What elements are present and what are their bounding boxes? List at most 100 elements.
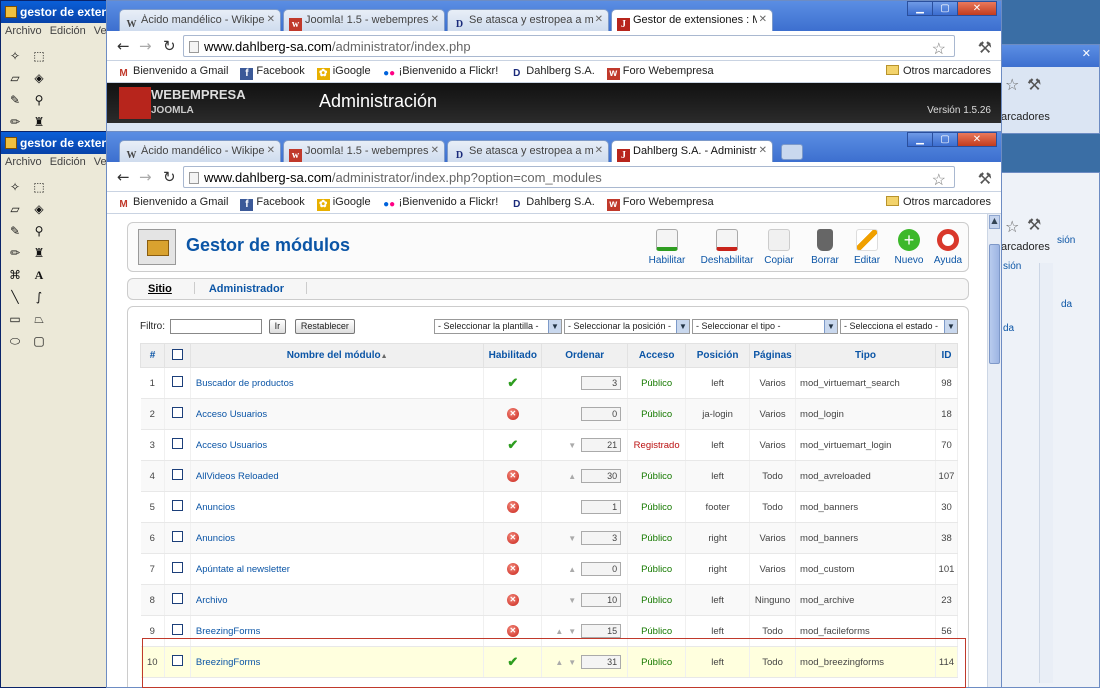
disabled-x-icon[interactable]: ✕ — [506, 532, 519, 544]
enable-button[interactable]: Habilitar — [642, 229, 692, 266]
bookmark-flickr[interactable]: ●● ¡Bienvenido a Flickr! — [383, 196, 498, 211]
menu-archivo[interactable]: Archivo — [5, 156, 42, 168]
order-input[interactable]: 31 — [581, 655, 622, 669]
order-up-icon[interactable]: ▲ — [568, 472, 576, 481]
brush-icon[interactable]: ♜ — [29, 244, 49, 262]
wrench-icon[interactable]: ⚒ — [978, 38, 992, 58]
magnifier-icon[interactable]: ⚲ — [29, 222, 49, 240]
close-tab-icon[interactable]: ✕ — [759, 145, 767, 156]
rectangle-icon[interactable]: ▭ — [5, 310, 25, 328]
wrench-icon[interactable]: ⚒ — [978, 169, 992, 189]
tab-dahlberg-admin[interactable]: JDahlberg S.A. - Administración✕ — [611, 140, 773, 162]
reload-icon[interactable]: ↻ — [163, 168, 176, 186]
access-link[interactable]: Público — [627, 398, 687, 430]
eyedropper-icon[interactable]: ✎ — [5, 222, 25, 240]
close-tab-icon[interactable]: ✕ — [431, 145, 439, 156]
access-link[interactable]: Público — [627, 584, 687, 616]
disabled-x-icon[interactable]: ✕ — [506, 625, 519, 637]
close-icon[interactable]: ✕ — [1082, 47, 1091, 60]
polygon-icon[interactable]: ⏢ — [29, 310, 49, 328]
menu-edicion[interactable]: Edición — [50, 156, 86, 168]
bookmark-dahlberg[interactable]: D Dahlberg S.A. — [510, 196, 595, 211]
order-down-icon[interactable]: ▼ — [568, 534, 576, 543]
menu-edicion[interactable]: Edición — [50, 25, 86, 37]
order-up-icon[interactable]: ▲ — [555, 627, 563, 636]
col-type[interactable]: Tipo — [795, 343, 936, 368]
tab-wikipedia[interactable]: WÁcido mandélico - Wikipedia, la✕ — [119, 9, 281, 31]
tab-gestor-extensiones[interactable]: JGestor de extensiones : Módul✕ — [611, 9, 773, 31]
template-select[interactable]: - Seleccionar la plantilla - ▼ — [434, 319, 562, 334]
col-name[interactable]: Nombre del módulo▲ — [189, 343, 485, 368]
close-tab-icon[interactable]: ✕ — [595, 14, 603, 25]
access-link[interactable]: Público — [627, 367, 687, 399]
address-bar[interactable]: www.dahlberg-sa.com/administrator/index.… — [183, 35, 992, 59]
module-name-link[interactable]: BreezingForms — [190, 615, 485, 647]
go-button[interactable]: Ir — [268, 319, 287, 334]
pencil-icon[interactable]: ✏ — [5, 113, 25, 131]
curve-icon[interactable]: ∫ — [29, 288, 49, 306]
fill-icon[interactable]: ◈ — [29, 69, 49, 87]
module-name-link[interactable]: Apúntate al newsletter — [190, 553, 485, 585]
row-checkbox[interactable] — [171, 655, 183, 666]
rect-select-icon[interactable]: ⬚ — [29, 178, 49, 196]
check-icon[interactable]: ✔ — [507, 437, 518, 452]
access-link[interactable]: Público — [627, 522, 687, 554]
order-input[interactable]: 0 — [581, 407, 622, 421]
bookmark-igoogle[interactable]: ✿ iGoogle — [316, 65, 371, 80]
tab-dahlberg-forum[interactable]: DSe atasca y estropea a menud✕ — [447, 140, 609, 162]
magnifier-icon[interactable]: ⚲ — [29, 91, 49, 109]
close-tab-icon[interactable]: ✕ — [267, 14, 275, 25]
order-down-icon[interactable]: ▼ — [568, 627, 576, 636]
back-arrow-icon[interactable]: ← — [117, 168, 130, 186]
check-all-checkbox[interactable] — [171, 348, 183, 360]
tab-administrador[interactable]: Administrador — [209, 283, 284, 295]
row-checkbox[interactable] — [171, 500, 183, 511]
module-name-link[interactable]: Buscador de productos — [190, 367, 485, 399]
address-bar[interactable]: www.dahlberg-sa.com/administrator/index.… — [183, 166, 992, 190]
access-link[interactable]: Registrado — [627, 429, 687, 461]
disabled-x-icon[interactable]: ✕ — [506, 408, 519, 420]
row-checkbox[interactable] — [171, 562, 183, 573]
free-select-icon[interactable]: ✧ — [5, 178, 25, 196]
module-name-link[interactable]: Anuncios — [190, 522, 485, 554]
scroll-up-icon[interactable]: ▲ — [989, 215, 1000, 229]
new-tab-button[interactable] — [781, 144, 803, 160]
bookmark-igoogle[interactable]: ✿ iGoogle — [316, 196, 371, 211]
order-down-icon[interactable]: ▼ — [568, 596, 576, 605]
maximize-icon[interactable]: ▢ — [932, 132, 958, 147]
close-tab-icon[interactable]: ✕ — [759, 14, 767, 25]
module-name-link[interactable]: Archivo — [190, 584, 485, 616]
rounded-rect-icon[interactable]: ▢ — [29, 332, 49, 350]
eraser-icon[interactable]: ▱ — [5, 200, 25, 218]
paint-title-bar-2[interactable]: gestor de extens — [1, 132, 109, 154]
maximize-icon[interactable]: ▢ — [932, 1, 958, 16]
minimize-icon[interactable]: ▁ — [907, 1, 933, 16]
forward-arrow-icon[interactable]: → — [139, 168, 152, 186]
bookmark-star-icon[interactable]: ☆ — [932, 39, 946, 59]
col-access[interactable]: Acceso — [627, 343, 687, 368]
row-checkbox[interactable] — [171, 376, 183, 387]
forward-arrow-icon[interactable]: → — [139, 37, 152, 55]
order-input[interactable]: 1 — [581, 500, 622, 514]
access-link[interactable]: Público — [627, 460, 687, 492]
minimize-icon[interactable]: ▁ — [907, 132, 933, 147]
star-icon[interactable]: ☆ — [1005, 75, 1019, 94]
ellipse-icon[interactable]: ⬭ — [5, 332, 25, 350]
tab-webempresa[interactable]: wJoomla! 1.5 - webempresa joo✕ — [283, 140, 445, 162]
disable-button[interactable]: Deshabilitar — [698, 229, 756, 266]
type-select[interactable]: - Seleccionar el tipo - ▼ — [692, 319, 838, 334]
close-tab-icon[interactable]: ✕ — [595, 145, 603, 156]
order-input[interactable]: 21 — [581, 438, 622, 452]
bookmark-star-icon[interactable]: ☆ — [932, 170, 946, 190]
disabled-x-icon[interactable]: ✕ — [506, 563, 519, 575]
menu-archivo[interactable]: Archivo — [5, 25, 42, 37]
order-input[interactable]: 0 — [581, 562, 622, 576]
tab-dahlberg-forum[interactable]: DSe atasca y estropea a menud✕ — [447, 9, 609, 31]
module-name-link[interactable]: Acceso Usuarios — [190, 398, 485, 430]
line-icon[interactable]: ╲ — [5, 288, 25, 306]
bookmark-foro-webempresa[interactable]: w Foro Webempresa — [606, 65, 714, 80]
text-tool-icon[interactable]: A — [29, 266, 49, 284]
bookmark-gmail[interactable]: M Bienvenido a Gmail — [117, 196, 228, 211]
reload-icon[interactable]: ↻ — [163, 37, 176, 55]
fill-icon[interactable]: ◈ — [29, 200, 49, 218]
